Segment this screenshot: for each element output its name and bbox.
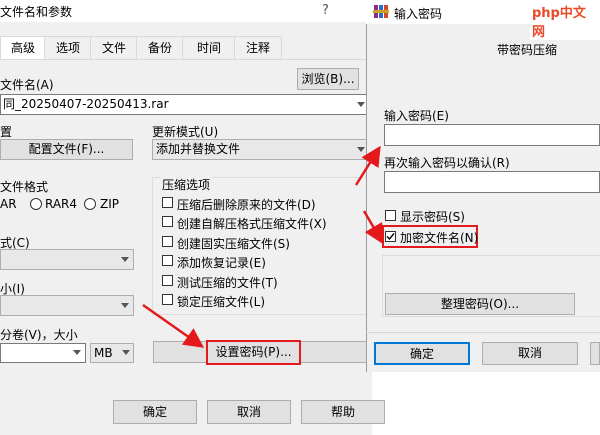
arrow-to-set-password — [142, 303, 205, 348]
annotation-arrows — [142, 145, 384, 348]
arrow-to-encrypt-names — [362, 210, 384, 245]
arrow-to-password-field — [354, 145, 381, 186]
